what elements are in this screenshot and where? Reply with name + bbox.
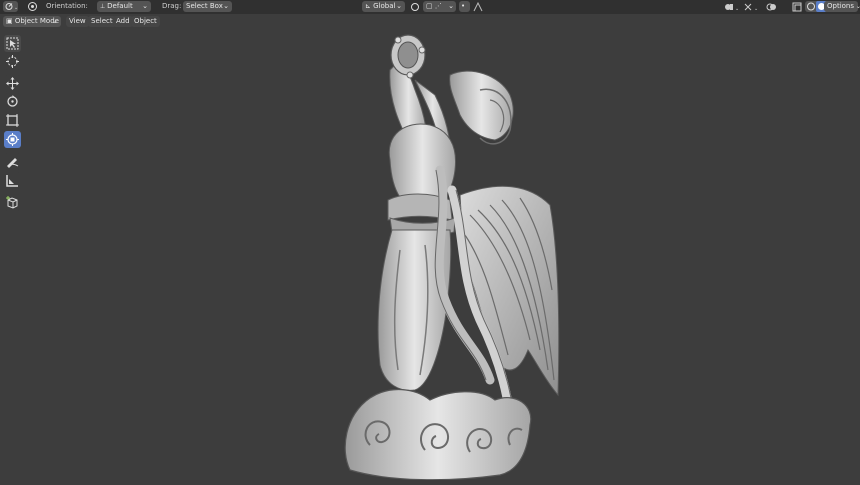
menu-object[interactable]: Object <box>131 16 160 27</box>
object-mode-icon: ▣ <box>6 17 15 25</box>
menu-add-label: Add <box>116 17 130 25</box>
transform-icon <box>6 133 19 146</box>
scale-tool[interactable] <box>4 112 21 129</box>
menu-select-label: Select <box>91 17 113 25</box>
menu-select[interactable]: Select <box>88 16 116 27</box>
snap-target-dropdown[interactable]: ▢ ⋰ ⌄ <box>423 1 456 12</box>
chevron-down-icon: ⌄ <box>52 17 58 25</box>
orientation-dropdown[interactable]: ⊥ Default ⌄ <box>97 1 151 12</box>
menu-view-label: View <box>69 17 86 25</box>
chevron-down-icon: ⌄ <box>142 2 148 10</box>
select-box-icon <box>6 37 19 50</box>
chevron-down-icon: ⌄ <box>396 2 402 10</box>
transform-tool[interactable] <box>4 131 21 148</box>
global-axes-icon: ⊾ <box>365 2 374 10</box>
cursor-tool[interactable] <box>4 53 21 70</box>
editor-type-button[interactable]: ⌄ <box>3 1 18 12</box>
falloff-icon[interactable] <box>473 1 483 14</box>
mode-dropdown[interactable]: ▣ Object Mode ⌄ <box>3 16 61 27</box>
measure-tool[interactable] <box>4 172 21 189</box>
add-cube-icon <box>6 196 18 209</box>
statue-head <box>449 70 514 141</box>
svg-text:⌄: ⌄ <box>754 6 758 12</box>
proportional-edit-button[interactable]: • <box>459 1 470 12</box>
statue-model[interactable] <box>330 20 570 480</box>
annotate-icon <box>7 158 19 168</box>
pivot-icon[interactable] <box>27 1 38 14</box>
menu-add[interactable]: Add <box>113 16 133 27</box>
chevron-down-icon: ⌄ <box>223 2 229 10</box>
chevron-down-icon: ⌄ <box>855 3 860 10</box>
orientation-label: Orientation: <box>46 2 88 10</box>
drag-dropdown[interactable]: Select Box ⌄ <box>183 1 232 12</box>
move-icon <box>6 77 19 90</box>
drag-label: Drag: <box>162 2 182 10</box>
transform-orientation-dropdown[interactable]: ⊾ Global ⌄ <box>362 1 405 12</box>
annotate-tool[interactable] <box>4 153 21 170</box>
svg-text:⌄: ⌄ <box>14 5 18 11</box>
viewport-header: ⌄ Orientation: ⊥ Default ⌄ Drag: Select … <box>0 0 860 15</box>
measure-icon <box>6 175 18 187</box>
rotate-tool[interactable] <box>4 93 21 110</box>
options-button[interactable]: Options ⌄ <box>824 1 860 12</box>
snap-icon[interactable] <box>410 2 420 14</box>
cursor-icon <box>6 55 19 68</box>
drag-value: Select Box <box>186 2 223 10</box>
statue-cloud-base <box>344 388 532 480</box>
menu-object-label: Object <box>134 17 157 25</box>
orientation-value: Default <box>107 2 133 10</box>
options-label: Options <box>827 2 855 10</box>
rotate-icon <box>7 95 18 107</box>
menu-view[interactable]: View <box>66 16 89 27</box>
xray-icon[interactable] <box>792 2 802 14</box>
select-box-tool[interactable] <box>4 35 21 52</box>
move-tool[interactable] <box>4 75 21 92</box>
add-cube-tool[interactable] <box>4 194 21 211</box>
gizmo-icon[interactable]: ⌄ <box>743 2 759 14</box>
proportional-icon: • <box>461 2 466 10</box>
magnet-icon: ▢ ⋰ <box>426 2 442 10</box>
scale-icon <box>6 114 19 127</box>
editor-type-icon: ⌄ <box>5 3 18 11</box>
svg-text:⌄: ⌄ <box>735 6 739 12</box>
overlays-icon[interactable] <box>766 2 782 14</box>
visibility-icon[interactable]: ⌄ <box>724 2 740 14</box>
transform-space: Global <box>373 2 396 10</box>
chevron-down-icon: ⌄ <box>448 2 454 10</box>
